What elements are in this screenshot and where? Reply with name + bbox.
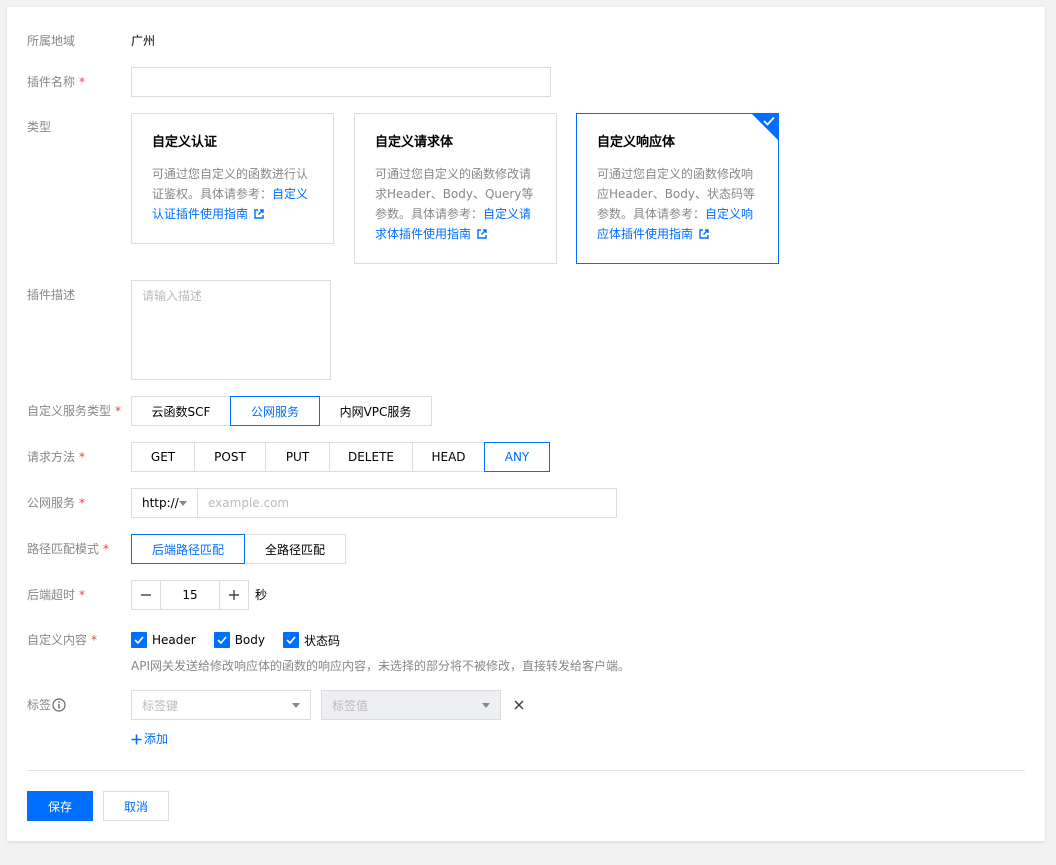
method-delete[interactable]: DELETE [329,442,413,472]
description-label: 插件描述 [27,288,76,302]
external-link-icon [477,229,487,239]
required-mark: * [79,588,86,602]
public-service-host-input[interactable] [197,488,617,518]
path-mode-label-text: 路径匹配模式 [27,542,100,556]
type-label: 类型 [27,120,52,134]
card-desc: 可通过您自定义的函数修改请求Header、Body、Query等参数。具体请参考… [375,164,536,244]
tag-key-select[interactable]: 标签键 [131,690,311,720]
plugin-name-input[interactable] [131,67,551,97]
divider [27,770,1025,771]
chevron-down-icon [482,703,490,708]
timeout-stepper [131,580,249,610]
check-icon [131,632,147,648]
tags-label: 标签 [27,695,66,715]
description-textarea[interactable] [131,280,331,380]
timeout-label-text: 后端超时 [27,588,76,602]
checkbox-header[interactable]: Header [131,632,196,648]
protocol-select[interactable]: http:// [131,488,198,518]
custom-content-label: 自定义内容 * [27,630,97,650]
required-mark: * [91,633,98,647]
increment-button[interactable] [219,580,249,610]
required-mark: * [79,496,86,510]
required-mark: * [79,450,86,464]
card-desc: 可通过您自定义的函数进行认证鉴权。具体请参考：自定义认证插件使用指南 [152,164,313,224]
add-tag-label: 添加 [144,732,169,746]
external-link-icon [699,229,709,239]
card-title: 自定义请求体 [375,135,454,150]
plus-icon [229,590,239,600]
path-mode-backend[interactable]: 后端路径匹配 [131,534,245,564]
method-segmented: GET POST PUT DELETE HEAD ANY [131,442,550,472]
timeout-unit: 秒 [255,588,268,602]
service-type-segmented: 云函数SCF 公网服务 内网VPC服务 [131,396,432,426]
service-type-vpc[interactable]: 内网VPC服务 [319,396,432,426]
required-mark: * [103,542,110,556]
checkbox-label: Body [234,633,265,647]
service-type-label-text: 自定义服务类型 [27,404,112,418]
card-title: 自定义认证 [152,135,218,150]
type-card-custom-auth[interactable]: 自定义认证 可通过您自定义的函数进行认证鉴权。具体请参考：自定义认证插件使用指南 [131,113,334,244]
info-icon[interactable] [52,698,66,712]
custom-content-hint: API网关发送给修改响应体的函数的响应内容，未选择的部分将不被修改，直接转发给客… [131,659,630,673]
required-mark: * [115,404,122,418]
protocol-value: http:// [142,496,179,510]
type-card-custom-response[interactable]: 自定义响应体 可通过您自定义的函数修改响应Header、Body、状态码等参数。… [576,113,779,264]
type-card-custom-request[interactable]: 自定义请求体 可通过您自定义的函数修改请求Header、Body、Query等参… [354,113,557,264]
check-icon [763,116,775,126]
timeout-input[interactable] [161,580,219,610]
save-button[interactable]: 保存 [27,791,93,821]
chevron-down-icon [292,703,300,708]
region-label: 所属地域 [27,34,76,48]
chevron-down-icon [179,501,187,506]
add-tag-button[interactable]: 添加 [131,730,168,748]
method-post[interactable]: POST [194,442,266,472]
timeout-label: 后端超时 * [27,585,85,605]
checkbox-label: 状态码 [304,633,341,648]
checkbox-label: Header [152,633,196,647]
checkbox-status-code[interactable]: 状态码 [283,632,340,649]
checkbox-body[interactable]: Body [213,632,265,648]
region-value: 广州 [131,34,156,48]
minus-icon [141,594,151,596]
tag-key-placeholder: 标签键 [142,698,179,713]
method-label: 请求方法 * [27,447,85,467]
public-service-label: 公网服务 * [27,493,85,513]
path-mode-label: 路径匹配模式 * [27,539,109,559]
method-head[interactable]: HEAD [412,442,485,472]
plugin-name-label: 插件名称 * [27,72,85,92]
service-type-label: 自定义服务类型 * [27,401,121,421]
plugin-name-label-text: 插件名称 [27,75,76,89]
required-mark: * [79,75,86,89]
service-type-scf[interactable]: 云函数SCF [131,396,231,426]
plus-icon [131,734,142,744]
method-put[interactable]: PUT [265,442,330,472]
tag-value-placeholder: 标签值 [332,698,369,713]
cancel-button[interactable]: 取消 [103,791,169,821]
method-any[interactable]: ANY [484,442,550,472]
tags-label-text: 标签 [27,698,52,712]
public-service-label-text: 公网服务 [27,496,76,510]
path-mode-segmented: 后端路径匹配 全路径匹配 [131,534,346,564]
external-link-icon [254,209,264,219]
path-mode-full[interactable]: 全路径匹配 [244,534,346,564]
tag-value-select: 标签值 [321,690,501,720]
card-desc: 可通过您自定义的函数修改响应Header、Body、状态码等参数。具体请参考：自… [597,164,758,244]
custom-content-checkboxes: Header Body 状态码 [131,631,358,649]
form-panel: 所属地域 广州 插件名称 * 类型 自定义认证 可通过您自定义的函数进行认证鉴权。… [7,7,1045,841]
method-label-text: 请求方法 [27,450,76,464]
check-icon [283,632,299,648]
check-icon [213,632,230,648]
method-get[interactable]: GET [131,442,195,472]
decrement-button[interactable] [131,580,161,610]
card-title: 自定义响应体 [597,135,676,150]
service-type-public[interactable]: 公网服务 [230,396,320,426]
custom-content-label-text: 自定义内容 [27,633,88,647]
close-icon[interactable] [514,700,524,710]
